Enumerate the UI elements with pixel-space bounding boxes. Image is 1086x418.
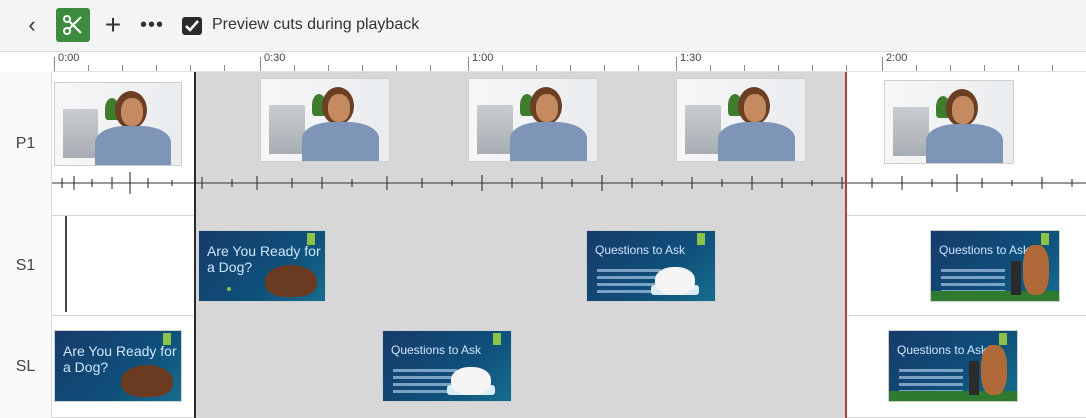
ruler-tick [122, 65, 123, 71]
slide-title: Questions to Ask [595, 243, 686, 257]
video-thumbnail[interactable] [54, 82, 182, 166]
slide-thumbnail[interactable]: Questions to Ask [586, 230, 716, 302]
ruler-tick [1018, 65, 1019, 71]
slide-title: Questions to Ask [897, 343, 988, 357]
ruler-tick [54, 57, 55, 71]
video-thumbnail[interactable] [676, 78, 806, 162]
preview-cuts-checkbox[interactable] [182, 17, 202, 35]
track-lane-p1[interactable] [52, 72, 1086, 216]
slide-thumbnail[interactable]: Questions to Ask [888, 330, 1018, 402]
ruler-tick [676, 57, 677, 71]
slide-thumbnail[interactable]: Are You Ready for a Dog? [54, 330, 182, 402]
slide-thumbnail[interactable]: Questions to Ask [930, 230, 1060, 302]
ruler-tick [638, 65, 639, 71]
cut-tool-button[interactable] [56, 8, 90, 42]
ruler-tick [916, 65, 917, 71]
video-thumbnail[interactable] [260, 78, 390, 162]
ruler-tick [502, 65, 503, 71]
ruler-tick [882, 57, 883, 71]
video-thumbnail[interactable] [884, 80, 1014, 164]
ruler-tick [260, 57, 261, 71]
slide-thumbnail[interactable]: Questions to Ask [382, 330, 512, 402]
ruler-tick [328, 65, 329, 71]
ruler-tick [224, 65, 225, 71]
ruler-label: 1:00 [472, 52, 494, 64]
plus-icon: + [104, 9, 122, 40]
ruler-label: 0:30 [264, 52, 286, 64]
ruler-tick [570, 65, 571, 71]
track-label-p1: P1 [0, 72, 52, 216]
audio-waveform [52, 172, 1086, 194]
ruler-tick [88, 65, 89, 71]
slide-thumbnail[interactable]: Are You Ready for a Dog? [198, 230, 326, 302]
ruler-tick [744, 65, 745, 71]
ruler-tick [468, 57, 469, 71]
ruler-tick [362, 65, 363, 71]
playhead[interactable] [845, 72, 847, 418]
ruler-tick [430, 65, 431, 71]
ruler-tick [1052, 65, 1053, 71]
timeline-ruler[interactable]: 0:00 0:30 1:00 1:30 2:00 [52, 52, 1086, 72]
track-label-sl: SL [0, 316, 52, 418]
ruler-tick [294, 65, 295, 71]
ruler-tick [950, 65, 951, 71]
back-button[interactable]: ‹ [18, 8, 46, 42]
ruler-tick [536, 65, 537, 71]
slide-title: Questions to Ask [939, 243, 1030, 257]
cut-region[interactable] [196, 316, 845, 418]
ruler-tick [984, 65, 985, 71]
ruler-label: 1:30 [680, 52, 702, 64]
add-button[interactable]: + [99, 8, 127, 42]
ruler-tick [710, 65, 711, 71]
ruler-tick [812, 65, 813, 71]
ruler-label: 0:00 [58, 52, 80, 64]
track-label-s1: S1 [0, 216, 52, 316]
scissors-icon [63, 15, 82, 35]
track-lane-sl[interactable]: Are You Ready for a Dog? Questions to As… [52, 316, 1086, 418]
ruler-tick [190, 65, 191, 71]
slide-title: Questions to Ask [391, 343, 482, 357]
toolbar: ‹ + ••• Preview cuts during playback [0, 0, 1086, 52]
ruler-tick [156, 65, 157, 71]
clip-edge-marker[interactable] [65, 216, 67, 312]
ruler-label: 2:00 [886, 52, 908, 64]
checkmark-icon [185, 20, 199, 32]
more-options-button[interactable]: ••• [138, 8, 166, 42]
track-lane-s1[interactable]: Are You Ready for a Dog? Questions to As… [52, 216, 1086, 316]
more-icon: ••• [139, 13, 164, 36]
ruler-tick [778, 65, 779, 71]
preview-cuts-label: Preview cuts during playback [212, 16, 420, 33]
video-thumbnail[interactable] [468, 78, 598, 162]
chevron-left-icon: ‹ [28, 12, 36, 37]
ruler-tick [604, 65, 605, 71]
ruler-tick [396, 65, 397, 71]
cut-start-handle[interactable] [194, 72, 196, 418]
ruler-tick [846, 65, 847, 71]
